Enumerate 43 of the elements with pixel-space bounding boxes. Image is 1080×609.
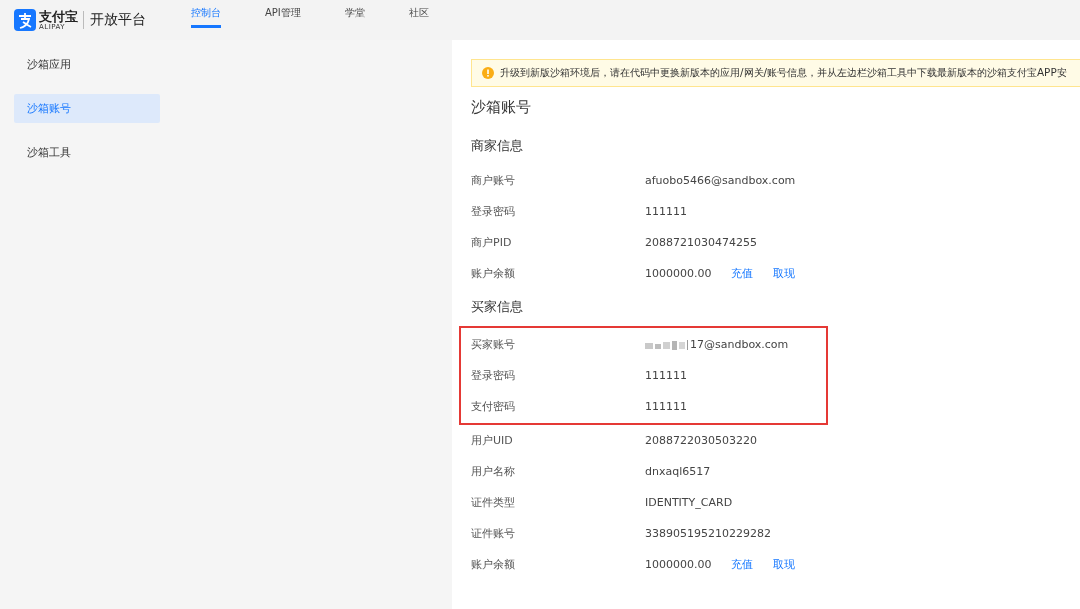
field-value: 111111	[645, 400, 687, 413]
notice-text: 升级到新版沙箱环境后，请在代码中更换新版本的应用/网关/账号信息，并从左边栏沙箱工具中下载最新版本的沙箱支付宝APP安	[500, 66, 1067, 80]
field-label: 买家账号	[471, 337, 516, 352]
field-label: 证件类型	[471, 495, 516, 510]
action-link[interactable]: 取现	[773, 266, 796, 281]
field-value: dnxaql6517	[645, 465, 711, 478]
action-link[interactable]: 充值	[731, 266, 754, 281]
field-label: 商户账号	[471, 173, 516, 188]
nav-tab[interactable]: 学堂	[344, 0, 365, 40]
field-value: 1000000.00	[645, 267, 712, 280]
brand-name: 支付宝	[39, 9, 78, 23]
field-value: IDENTITY_CARD	[645, 496, 733, 509]
field-value: 2088721030474255	[645, 236, 757, 249]
field-value: afuobo5466@sandbox.com	[645, 174, 796, 187]
field-value: 2088722030503220	[645, 434, 757, 447]
warning-icon	[482, 67, 494, 79]
field-value: 17@sandbox.com	[690, 338, 789, 351]
nav-tab[interactable]: API管理	[265, 0, 301, 40]
field-label: 支付密码	[471, 399, 516, 414]
field-label: 账户余额	[471, 557, 516, 572]
field-label: 登录密码	[471, 204, 516, 219]
nav-tab[interactable]: 社区	[408, 0, 429, 40]
action-link[interactable]: 取现	[773, 557, 796, 572]
logo-icon	[14, 9, 36, 31]
nav-tab[interactable]: 控制台	[191, 0, 221, 28]
page-title: 沙箱账号	[470, 97, 532, 118]
field-label: 账户余额	[471, 266, 516, 281]
field-value: 111111	[645, 205, 687, 218]
field-label: 用户名称	[471, 464, 516, 479]
field-value: 111111	[645, 369, 687, 382]
field-label: 证件账号	[471, 526, 516, 541]
section-title: 商家信息	[470, 137, 524, 155]
field-label: 用户UID	[471, 433, 514, 448]
field-label: 登录密码	[471, 368, 516, 383]
section-title: 买家信息	[470, 298, 524, 316]
field-value: 1000000.00	[645, 558, 712, 571]
field-value: 338905195210229282	[645, 527, 771, 540]
sidebar-item[interactable]: 沙箱应用	[14, 50, 160, 79]
action-link[interactable]: 充值	[731, 557, 754, 572]
sidebar-item[interactable]: 沙箱工具	[14, 138, 160, 167]
field-label: 商户PID	[471, 235, 513, 250]
sidebar-item[interactable]: 沙箱账号	[14, 94, 160, 123]
platform-title: 开放平台	[90, 11, 146, 29]
